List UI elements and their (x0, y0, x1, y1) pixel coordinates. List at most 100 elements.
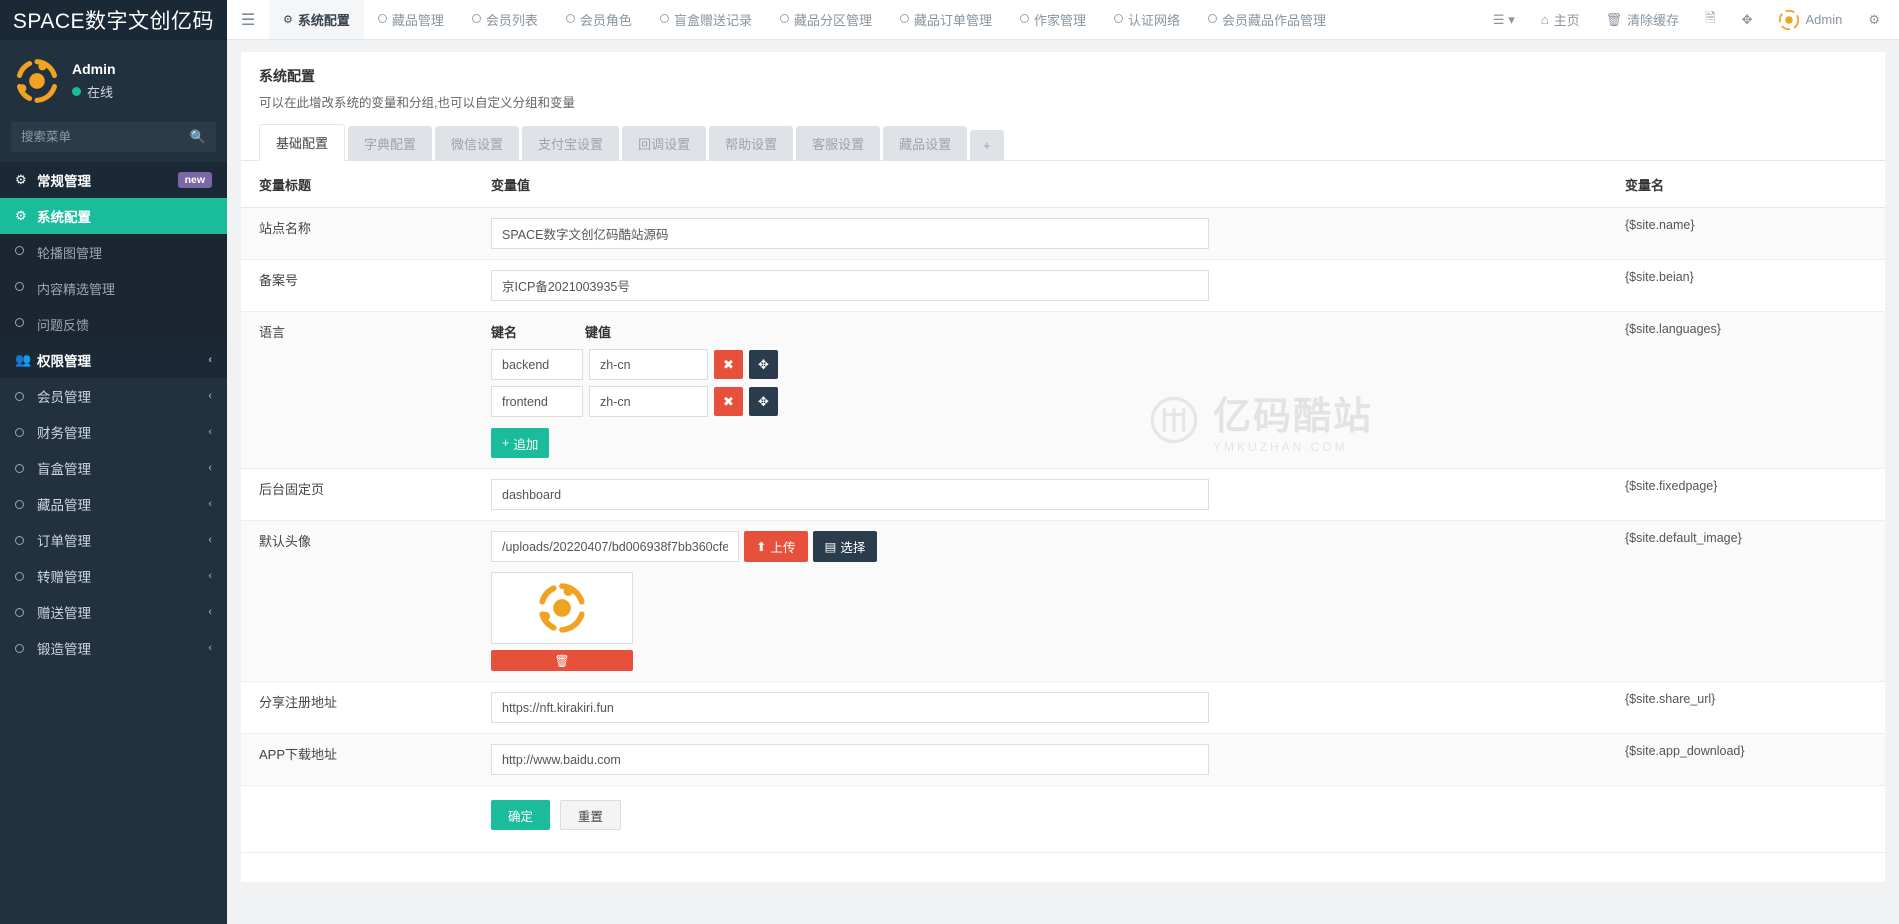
sidebar-item-row[interactable]: 锻造管理‹ (0, 630, 227, 666)
sidebar-item-10[interactable]: 订单管理‹ (0, 522, 227, 558)
user-status: 在线 (72, 82, 116, 101)
gear-icon: ⚙ (15, 208, 37, 224)
search-input[interactable] (21, 130, 190, 144)
circle-icon (15, 246, 37, 258)
sidebar-item-row[interactable]: 内容精选管理 (0, 270, 227, 306)
sidebar-item-row[interactable]: ⚙系统配置 (0, 198, 227, 234)
languages-add-button[interactable]: + 追加 (491, 428, 549, 458)
sidebar-item-0[interactable]: ⚙常规管理new (0, 162, 227, 198)
config-tab-3[interactable]: 支付宝设置 (522, 126, 619, 161)
sidebar-item-row[interactable]: 藏品管理‹ (0, 486, 227, 522)
reset-button[interactable]: 重置 (560, 800, 621, 830)
language-move-handle[interactable]: ✥ (749, 387, 778, 416)
clear-cache-link[interactable]: 🗑清除缓存 (1593, 0, 1693, 40)
beian-input[interactable] (491, 270, 1209, 301)
sidebar-item-label: 常规管理 (37, 170, 178, 190)
avatar-preview-icon (536, 582, 588, 634)
topbar-tab-9[interactable]: 会员藏品作品管理 (1194, 0, 1340, 39)
sidebar-item-row[interactable]: ⚙常规管理new (0, 162, 227, 198)
topbar-tab-1[interactable]: 藏品管理 (364, 0, 458, 39)
config-tab-5[interactable]: 帮助设置 (709, 126, 793, 161)
language-key-input[interactable] (491, 349, 583, 380)
sidebar-item-row[interactable]: 财务管理‹ (0, 414, 227, 450)
sidebar-item-3[interactable]: 内容精选管理 (0, 270, 227, 306)
topbar-tab-4[interactable]: 盲盒赠送记录 (646, 0, 766, 39)
language-remove-button[interactable]: ✖ (714, 350, 743, 379)
topbar: ☰ ⚙系统配置藏品管理 会员列表会员角色 盲盒赠送记录藏品分区管理藏品订单管理作家管… (227, 0, 1899, 40)
config-tab-label: 客服设置 (812, 137, 864, 152)
circle-icon (15, 497, 37, 512)
topbar-tab-2[interactable]: 会员列表 (458, 0, 552, 39)
default-image-thumbnail[interactable] (491, 572, 633, 644)
language-remove-button[interactable]: ✖ (714, 387, 743, 416)
language-value-input[interactable] (589, 386, 708, 417)
sidebar-item-4[interactable]: 问题反馈 (0, 306, 227, 342)
sidebar-item-row[interactable]: 👥权限管理‹ (0, 342, 227, 378)
fullscreen-icon: ✥ (1742, 12, 1753, 28)
submit-button[interactable]: 确定 (491, 800, 550, 830)
config-tab-label: + (983, 138, 991, 153)
search-icon[interactable]: 🔍 (190, 129, 206, 145)
site-name-input[interactable] (491, 218, 1209, 249)
sidebar-toggle-button[interactable]: ☰ (227, 0, 269, 39)
upload-label: 上传 (770, 537, 795, 556)
tabs-dropdown[interactable]: ☰ ▾ (1480, 0, 1528, 40)
default-image-path-input[interactable] (491, 531, 739, 562)
upload-button[interactable]: ⬆ 上传 (744, 531, 808, 562)
home-link[interactable]: ⌂主页 (1528, 0, 1593, 40)
fixedpage-input[interactable] (491, 479, 1209, 510)
language-key-input[interactable] (491, 386, 583, 417)
topbar-tab-6[interactable]: 藏品订单管理 (886, 0, 1006, 39)
topbar-tab-5[interactable]: 藏品分区管理 (766, 0, 886, 39)
trash-icon: 🗑 (554, 654, 569, 668)
app-download-input[interactable] (491, 744, 1209, 775)
topbar-tab-label: 盲盒赠送记录 (674, 10, 752, 29)
sidebar-item-11[interactable]: 转赠管理‹ (0, 558, 227, 594)
sidebar-item-5[interactable]: 👥权限管理‹ (0, 342, 227, 378)
gears-icon: ⚙ (15, 172, 37, 188)
language-move-handle[interactable]: ✥ (749, 350, 778, 379)
settings-link[interactable]: ⚙ (1855, 0, 1893, 40)
account-menu[interactable]: Admin (1765, 0, 1855, 40)
language-icon: 🗎 (1705, 9, 1715, 31)
topbar-tab-0[interactable]: ⚙系统配置 (269, 0, 364, 39)
sidebar-item-9[interactable]: 藏品管理‹ (0, 486, 227, 522)
add-tab-button[interactable]: + (970, 130, 1004, 161)
sidebar-item-row[interactable]: 订单管理‹ (0, 522, 227, 558)
sidebar-item-row[interactable]: 轮播图管理 (0, 234, 227, 270)
config-tab-7[interactable]: 藏品设置 (883, 126, 967, 161)
sidebar-item-1[interactable]: ⚙系统配置 (0, 198, 227, 234)
config-tab-1[interactable]: 字典配置 (348, 126, 432, 161)
sidebar-item-7[interactable]: 财务管理‹ (0, 414, 227, 450)
topbar-tab-label: 会员列表 (486, 10, 538, 29)
config-tab-6[interactable]: 客服设置 (796, 126, 880, 161)
sidebar-item-13[interactable]: 锻造管理‹ (0, 630, 227, 666)
fullscreen-toggle[interactable]: ✥ (1729, 0, 1766, 40)
language-switch[interactable]: 🗎 (1692, 0, 1728, 40)
delete-image-button[interactable]: 🗑 (491, 650, 633, 671)
config-tab-4[interactable]: 回调设置 (622, 126, 706, 161)
sidebar-item-8[interactable]: 盲盒管理‹ (0, 450, 227, 486)
topbar-action-label: 清除缓存 (1627, 10, 1679, 29)
sidebar-item-2[interactable]: 轮播图管理 (0, 234, 227, 270)
table-row-site-name: 站点名称 {$site.name} (241, 208, 1885, 260)
sidebar-item-6[interactable]: 会员管理‹ (0, 378, 227, 414)
config-tab-0[interactable]: 基础配置 (259, 124, 345, 161)
sidebar-item-12[interactable]: 赠送管理‹ (0, 594, 227, 630)
sidebar-item-row[interactable]: 盲盒管理‹ (0, 450, 227, 486)
select-file-button[interactable]: ▤ 选择 (813, 531, 878, 562)
language-value-input[interactable] (589, 349, 708, 380)
topbar-action-label: 主页 (1554, 10, 1580, 29)
sidebar-item-row[interactable]: 问题反馈 (0, 306, 227, 342)
topbar-tab-3[interactable]: 会员角色 (552, 0, 646, 39)
share-url-input[interactable] (491, 692, 1209, 723)
sidebar-item-row[interactable]: 赠送管理‹ (0, 594, 227, 630)
config-tab-2[interactable]: 微信设置 (435, 126, 519, 161)
circle-icon (1114, 14, 1123, 26)
sidebar-item-row[interactable]: 转赠管理‹ (0, 558, 227, 594)
sidebar-item-label: 会员管理 (37, 386, 208, 406)
topbar-tab-8[interactable]: 认证网络 (1100, 0, 1194, 39)
sidebar-search[interactable]: 🔍 (11, 122, 216, 152)
topbar-tab-7[interactable]: 作家管理 (1006, 0, 1100, 39)
sidebar-item-row[interactable]: 会员管理‹ (0, 378, 227, 414)
